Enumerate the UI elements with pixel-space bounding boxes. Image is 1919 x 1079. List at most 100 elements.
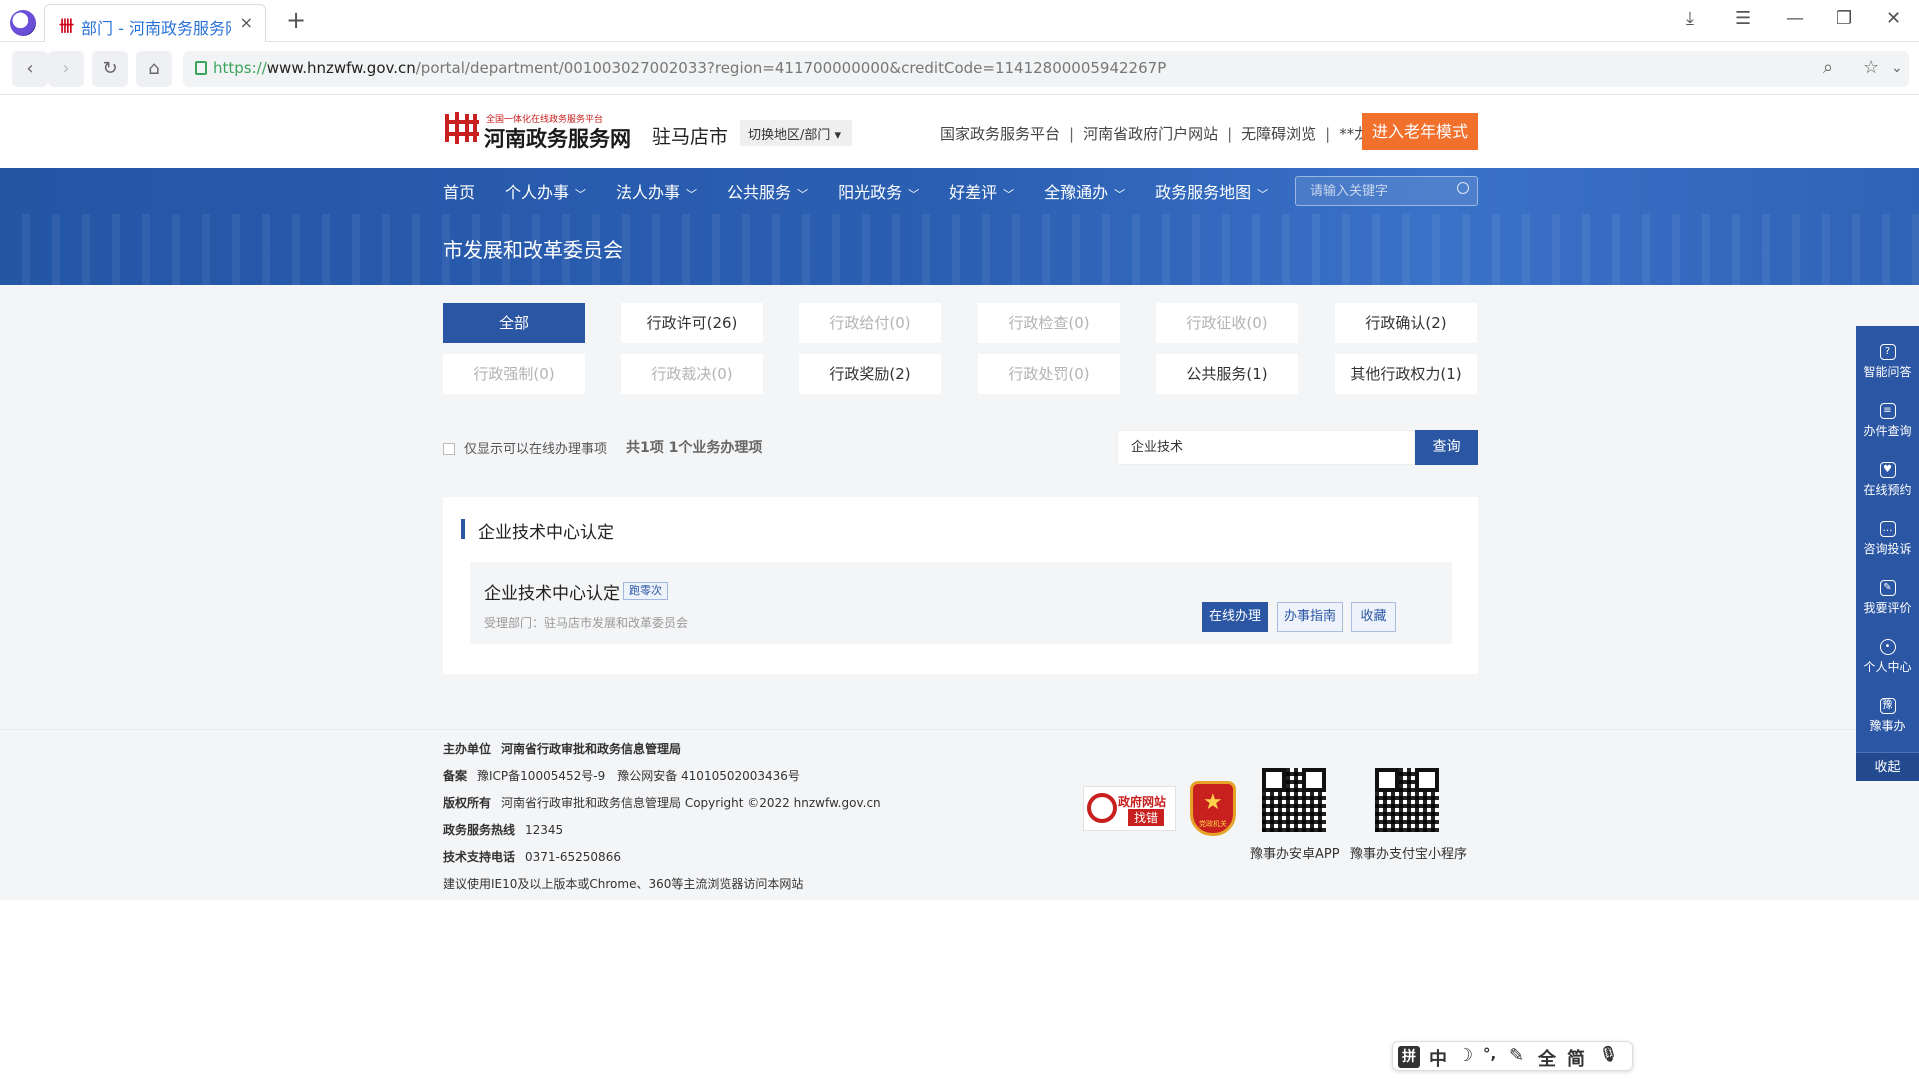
- bookmark-star-icon[interactable]: ☆: [1863, 57, 1879, 78]
- side-item-personal-center[interactable]: • 个人中心: [1856, 629, 1919, 688]
- minimize-icon[interactable]: —: [1786, 8, 1804, 29]
- favorite-button[interactable]: 收藏: [1351, 602, 1396, 632]
- qr-code-alipay-miniapp: [1375, 768, 1439, 832]
- online-only-checkbox[interactable]: [443, 443, 455, 455]
- chinese-mode-icon[interactable]: 中: [1429, 1045, 1447, 1071]
- nav-item-service-map[interactable]: 政务服务地图 ﹀: [1155, 179, 1268, 203]
- handwriting-icon[interactable]: ✎: [1509, 1045, 1524, 1066]
- side-item-yushiban[interactable]: 豫豫事办: [1856, 688, 1919, 747]
- link-province-portal[interactable]: 河南省政府门户网站: [1083, 125, 1218, 143]
- item-name[interactable]: 企业技术中心认定: [484, 579, 620, 604]
- category-other[interactable]: 其他行政权力(1): [1335, 354, 1477, 394]
- category-all[interactable]: 全部: [443, 303, 585, 343]
- category-permit[interactable]: 行政许可(26): [621, 303, 763, 343]
- url-dropdown-icon[interactable]: ⌄: [1891, 60, 1903, 76]
- chevron-down-icon: ﹀: [797, 188, 809, 201]
- side-item-qa[interactable]: ? 智能问答: [1856, 334, 1919, 393]
- nav-item-legal-person[interactable]: 法人办事 ﹀: [616, 179, 697, 203]
- simplified-icon[interactable]: 简: [1567, 1045, 1585, 1071]
- qr-label-alipay: 豫事办支付宝小程序: [1350, 847, 1468, 862]
- main-nav: 首页 个人办事 ﹀ 法人办事 ﹀ 公共服务 ﹀ 阳光政务 ﹀ 好差评 ﹀ 全豫通办 ﹀ 政务…: [443, 179, 1298, 203]
- site-footer: 主办单位 河南省行政审批和政务信息管理局 备案 豫ICP备10005452号-9 豫公…: [0, 729, 1919, 900]
- category-public-service[interactable]: 公共服务(1): [1156, 354, 1298, 394]
- site-logo-icon[interactable]: [443, 110, 479, 146]
- elder-mode-button[interactable]: 进入老年模式: [1362, 113, 1478, 150]
- nav-item-public-service[interactable]: 公共服务 ﹀: [727, 179, 808, 203]
- category-confirmation[interactable]: 行政确认(2): [1335, 303, 1477, 343]
- restore-icon[interactable]: ❐: [1836, 8, 1852, 29]
- side-item-review[interactable]: ✎ 我要评价: [1856, 570, 1919, 629]
- category-penalty[interactable]: 行政处罚(0): [978, 354, 1120, 394]
- microphone-icon[interactable]: 🎙: [1599, 1045, 1618, 1063]
- chevron-down-icon: ﹀: [908, 188, 920, 201]
- download-icon[interactable]: ⤓: [1686, 8, 1694, 29]
- browser-address-bar: ‹ › ↻ ⌂ https://www.hnzwfw.gov.cn/portal…: [0, 43, 1919, 95]
- category-inspection[interactable]: 行政检查(0): [978, 303, 1120, 343]
- browser-tab[interactable]: 卌 部门 - 河南政务服务网 ×: [44, 4, 266, 42]
- zoom-icon[interactable]: ⌕: [1823, 57, 1833, 78]
- browser-logo-icon: [10, 10, 36, 36]
- user-icon: •: [1879, 639, 1896, 655]
- link-national-platform[interactable]: 国家政务服务平台: [940, 125, 1060, 143]
- nav-search-input[interactable]: [1296, 177, 1446, 205]
- result-count: 共1项 1个业务办理项: [626, 440, 763, 456]
- back-button[interactable]: ‹: [12, 51, 48, 87]
- party-gov-emblem-icon[interactable]: ★ 党政机关: [1190, 781, 1236, 836]
- category-ruling[interactable]: 行政裁决(0): [621, 354, 763, 394]
- nav-item-personal[interactable]: 个人办事 ﹀: [505, 179, 586, 203]
- item-search-input[interactable]: 企业技术: [1117, 430, 1415, 465]
- side-collapse-button[interactable]: 收起: [1856, 752, 1919, 781]
- menu-icon[interactable]: ☰: [1735, 8, 1751, 29]
- fullwidth-icon[interactable]: 全: [1538, 1045, 1556, 1071]
- tab-title: 部门 - 河南政务服务网: [81, 19, 231, 38]
- chevron-down-icon: ﹀: [575, 188, 587, 201]
- nav-search-box: [1295, 176, 1478, 206]
- gov-site-report-badge[interactable]: 政府网站 找错: [1083, 786, 1176, 831]
- top-links: 国家政务服务平台 | 河南省政府门户网站 | 无障碍浏览 | **龙: [940, 125, 1370, 143]
- nav-item-rating[interactable]: 好差评 ﹀: [949, 179, 1014, 203]
- home-button[interactable]: ⌂: [136, 51, 172, 87]
- logo-title[interactable]: 河南政务服务网: [484, 123, 631, 153]
- tab-close-icon[interactable]: ×: [240, 13, 253, 32]
- edit-icon: ✎: [1879, 580, 1896, 596]
- result-card: 企业技术中心认定 企业技术中心认定 跑零次 受理部门：驻马店市发展和改革委员会 …: [443, 497, 1478, 674]
- magnifier-icon: [1087, 793, 1117, 823]
- category-reward[interactable]: 行政奖励(2): [799, 354, 941, 394]
- switch-region-button[interactable]: 切换地区/部门 ▾: [740, 120, 852, 146]
- qr-code-android-app: [1262, 768, 1326, 832]
- online-apply-button[interactable]: 在线办理: [1202, 602, 1268, 632]
- chevron-down-icon: ﹀: [1003, 188, 1015, 201]
- list-item: 企业技术中心认定 跑零次 受理部门：驻马店市发展和改革委员会 在线办理 办事指南…: [470, 562, 1452, 644]
- nav-item-home[interactable]: 首页: [443, 179, 475, 203]
- site-favicon-icon: 卌: [59, 17, 75, 35]
- footer-copyright: 版权所有 河南省行政审批和政务信息管理局 Copyright ©2022 hnzw…: [443, 796, 881, 810]
- forward-button[interactable]: ›: [48, 51, 84, 87]
- side-item-complaint[interactable]: … 咨询投诉: [1856, 511, 1919, 570]
- new-tab-button[interactable]: +: [286, 6, 306, 34]
- side-item-appointment[interactable]: ♥ 在线预约: [1856, 452, 1919, 511]
- icp-link[interactable]: 豫ICP备10005452号-9: [477, 769, 605, 783]
- window-close-icon[interactable]: ✕: [1886, 8, 1901, 29]
- footer-record: 备案 豫ICP备10005452号-9 豫公网安备 41010502003436号: [443, 769, 800, 783]
- service-guide-button[interactable]: 办事指南: [1277, 602, 1343, 632]
- link-accessibility[interactable]: 无障碍浏览: [1241, 125, 1316, 143]
- search-icon[interactable]: [1457, 182, 1469, 194]
- police-record-link[interactable]: 豫公网安备 41010502003436号: [617, 769, 800, 783]
- zero-trip-badge: 跑零次: [623, 582, 668, 600]
- moon-icon[interactable]: ☽: [1457, 1045, 1473, 1066]
- category-levy[interactable]: 行政征收(0): [1156, 303, 1298, 343]
- nav-item-sunshine[interactable]: 阳光政务 ﹀: [838, 179, 919, 203]
- category-payment[interactable]: 行政给付(0): [799, 303, 941, 343]
- pinyin-mode-icon[interactable]: 拼: [1398, 1046, 1420, 1068]
- site-header: 全国一体化在线政务服务平台 河南政务服务网 驻马店市 切换地区/部门 ▾ 国家政…: [0, 95, 1919, 168]
- online-only-label[interactable]: 仅显示可以在线办理事项: [464, 438, 607, 457]
- url-text[interactable]: https://www.hnzwfw.gov.cn/portal/departm…: [213, 59, 1166, 77]
- query-button[interactable]: 查询: [1415, 430, 1478, 465]
- url-field[interactable]: https://www.hnzwfw.gov.cn/portal/departm…: [183, 51, 1909, 87]
- calendar-icon: ♥: [1879, 462, 1896, 478]
- category-enforcement[interactable]: 行政强制(0): [443, 354, 585, 394]
- punctuation-icon[interactable]: °,: [1483, 1045, 1496, 1063]
- nav-item-province-wide[interactable]: 全豫通办 ﹀: [1044, 179, 1125, 203]
- reload-button[interactable]: ↻: [92, 51, 128, 87]
- side-item-query[interactable]: ≡ 办件查询: [1856, 393, 1919, 452]
